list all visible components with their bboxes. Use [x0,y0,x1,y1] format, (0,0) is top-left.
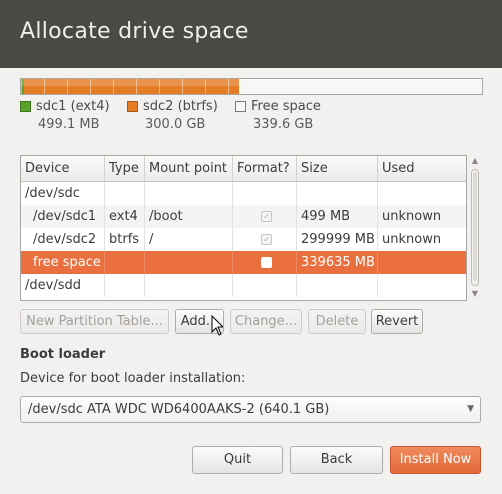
cell-mount: / [145,228,233,251]
change-partition-button[interactable]: Change... [230,309,302,334]
scrollbar-track[interactable] [471,169,479,286]
scroll-down-arrow-icon[interactable]: ▼ [469,288,481,300]
new-partition-table-button[interactable]: New Partition Table... [20,309,169,334]
cell-size [297,182,378,205]
column-header-type[interactable]: Type [105,156,145,181]
cell-device: /dev/sdc1 [21,205,105,228]
title-bar: Allocate drive space [0,0,502,68]
scroll-up-arrow-icon[interactable]: ▲ [469,155,481,167]
cell-format: ✓ [233,205,297,228]
format-checkbox[interactable]: ✓ [261,234,272,245]
chevron-down-icon: ▼ [467,404,474,414]
cell-device: /dev/sdd [21,274,105,297]
cell-format [233,251,297,274]
table-row[interactable]: /dev/sdd [21,274,466,297]
back-button[interactable]: Back [290,446,383,474]
cell-used: unknown [382,209,442,224]
cell-size: 339635 MB [297,251,378,274]
cell-size: 499 MB [297,205,378,228]
cell-format [233,182,297,205]
format-checkbox[interactable] [261,257,272,268]
column-header-mount-point[interactable]: Mount point [145,156,233,181]
cell-size [297,274,378,297]
disk-usage-bar [20,78,483,95]
scrollbar-thumb[interactable] [473,172,477,281]
boot-loader-heading: Boot loader [20,347,106,362]
cell-device: /dev/sdc2 [21,228,105,251]
cell-type: btrfs [105,228,145,251]
cell-size: 299999 MB [297,228,378,251]
boot-loader-device-value: /dev/sdc ATA WDC WD6400AAKS-2 (640.1 GB) [28,402,330,417]
legend-name: sdc1 (ext4) [36,99,110,114]
column-header-used[interactable]: Used [378,156,466,181]
legend-name: Free space [251,99,321,114]
cell-format: ✓ [233,228,297,251]
legend-size: 339.6 GB [253,117,314,132]
column-header-format[interactable]: Format? [233,156,297,181]
cell-mount [145,274,233,297]
cell-type [105,251,145,274]
mouse-pointer-icon [211,315,223,336]
legend-swatch-sdc2 [127,101,138,112]
cell-device: /dev/sdc [21,182,105,205]
cell-mount [145,251,233,274]
cell-used [378,274,466,297]
table-row[interactable]: /dev/sdc2 btrfs / ✓ 299999 MB unknown [21,228,466,251]
cell-used: unknown [382,232,442,247]
cell-type [105,182,145,205]
delete-partition-button[interactable]: Delete [308,309,366,334]
cell-format [233,274,297,297]
legend-size: 300.0 GB [145,117,206,132]
boot-loader-device-select[interactable]: /dev/sdc ATA WDC WD6400AAKS-2 (640.1 GB)… [20,396,481,423]
install-now-button[interactable]: Install Now [390,446,481,474]
revert-button[interactable]: Revert [371,309,423,334]
table-scrollbar[interactable]: ▲ ▼ [469,155,481,300]
table-header: Device Type Mount point Format? Size Use… [21,156,466,182]
format-checkbox[interactable]: ✓ [261,211,272,222]
legend-size: 499.1 MB [38,117,100,132]
cell-type [105,274,145,297]
cell-mount: /boot [145,205,233,228]
legend-name: sdc2 (btrfs) [143,99,218,114]
table-row[interactable]: /dev/sdc1 ext4 /boot ✓ 499 MB unknown [21,205,466,228]
partition-table[interactable]: Device Type Mount point Format? Size Use… [20,155,467,301]
column-header-size[interactable]: Size [297,156,378,181]
cell-used [378,251,466,274]
page-title: Allocate drive space [20,19,249,44]
cell-mount [145,182,233,205]
legend-swatch-free [235,101,246,112]
boot-loader-device-label: Device for boot loader installation: [20,371,246,386]
cell-type: ext4 [105,205,145,228]
legend-swatch-sdc1 [20,101,31,112]
cell-device: free space [21,251,105,274]
quit-button[interactable]: Quit [192,446,283,474]
cell-used [378,182,466,205]
table-row[interactable]: /dev/sdc [21,182,466,205]
column-header-device[interactable]: Device [21,156,105,181]
table-row-selected[interactable]: free space 339635 MB [21,251,466,274]
